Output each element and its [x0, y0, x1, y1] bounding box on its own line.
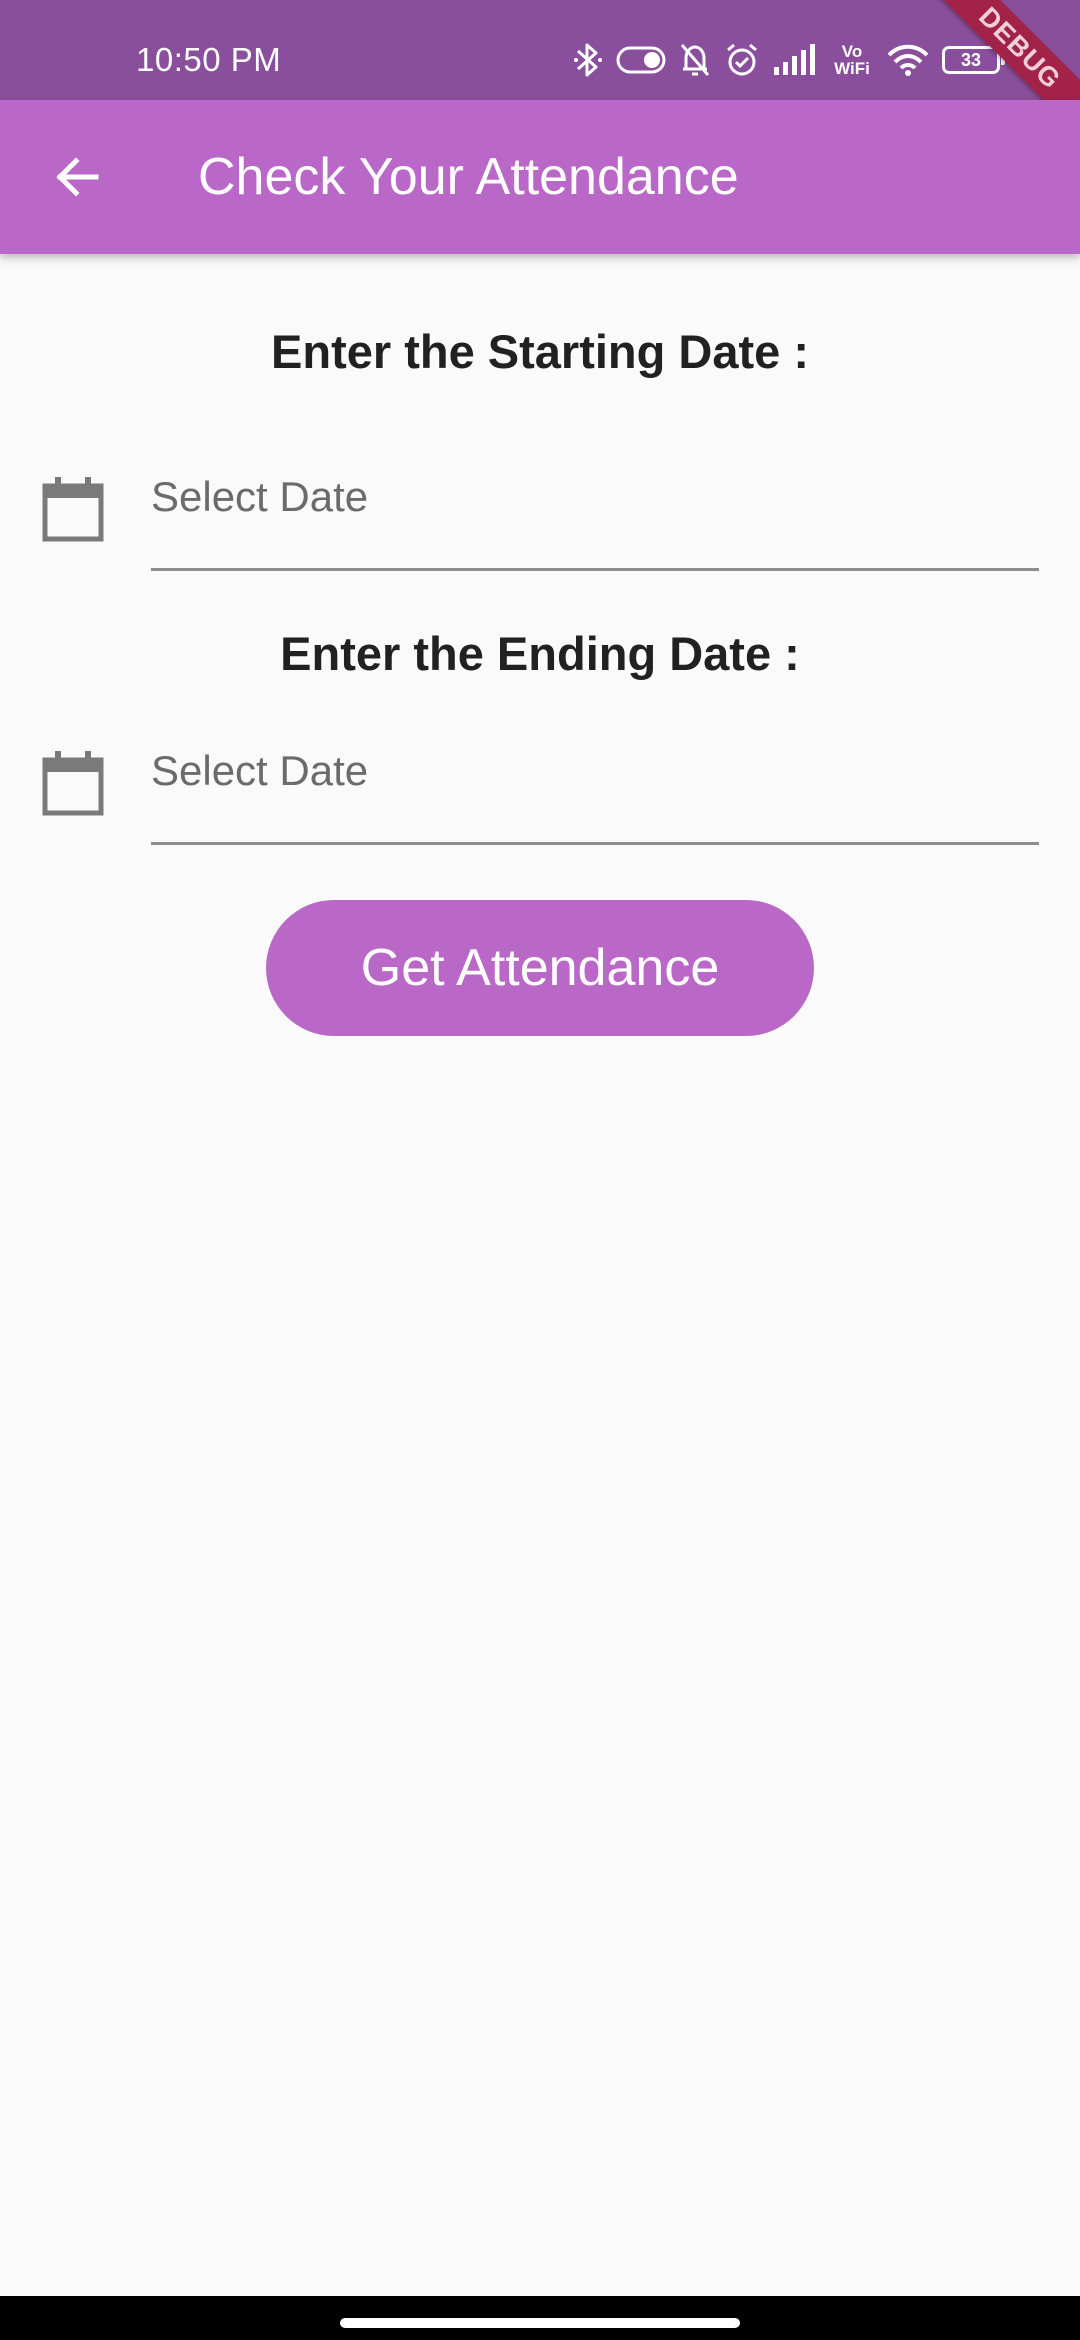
end-date-input[interactable]: Select Date: [151, 744, 368, 798]
wifi-icon: [887, 44, 929, 76]
page-title: Check Your Attendance: [198, 148, 739, 206]
arrow-back-icon: [56, 157, 99, 197]
signal-icon: [774, 44, 815, 75]
home-gesture-handle[interactable]: [340, 2318, 740, 2328]
bluetooth-icon: [574, 43, 602, 77]
vowifi-top-label: Vo: [841, 42, 863, 61]
toggle-icon: [616, 46, 666, 74]
vowifi-icon: Vo WiFi: [830, 43, 874, 77]
bell-off-icon: [680, 44, 710, 76]
end-date-underline: [151, 842, 1039, 845]
calendar-icon: [42, 477, 104, 542]
status-icons: Vo WiFi 33: [572, 36, 1005, 84]
end-date-label: Enter the Ending Date :: [280, 627, 800, 680]
battery-level: 33: [960, 49, 982, 70]
start-date-field[interactable]: Select Date: [0, 440, 1080, 571]
status-bar: 10:50 PM Vo WiFi 33 DEBUG: [0, 0, 1080, 147]
back-button[interactable]: [30, 130, 124, 224]
alarm-icon: [727, 43, 757, 76]
navigation-bar: [0, 2296, 1080, 2340]
vowifi-bottom-label: WiFi: [834, 59, 870, 78]
calendar-icon: [42, 751, 104, 816]
start-date-label: Enter the Starting Date :: [271, 325, 809, 378]
app-bar: Check Your Attendance: [0, 100, 1080, 254]
end-date-field[interactable]: Select Date: [0, 714, 1080, 845]
battery-icon: 33: [942, 46, 1005, 74]
attendance-screen: 10:50 PM Vo WiFi 33 DEBUG Check Your Att…: [0, 0, 1080, 2340]
start-date-input[interactable]: Select Date: [151, 470, 368, 524]
status-time: 10:50 PM: [136, 41, 282, 78]
get-attendance-button[interactable]: Get Attendance: [266, 900, 814, 1036]
start-date-underline: [151, 568, 1039, 571]
